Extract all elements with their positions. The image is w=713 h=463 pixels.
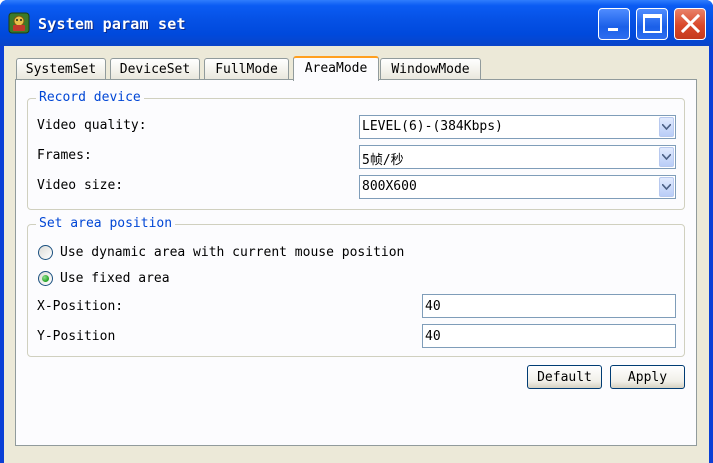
apply-button[interactable]: Apply — [610, 365, 685, 389]
tab-areamode[interactable]: AreaMode — [293, 56, 379, 81]
x-position-field[interactable] — [422, 294, 676, 318]
maximize-button[interactable] — [636, 8, 668, 40]
tab-windowmode[interactable]: WindowMode — [380, 58, 481, 80]
minimize-icon — [608, 28, 618, 31]
dynamic-area-label[interactable]: Use dynamic area with current mouse posi… — [60, 245, 404, 260]
minimize-button[interactable] — [598, 8, 630, 40]
frames-label: Frames: — [37, 148, 92, 163]
video-size-value: 800X600 — [362, 179, 417, 194]
chevron-down-icon[interactable] — [659, 177, 674, 197]
maximize-icon — [643, 14, 662, 33]
fixed-area-label[interactable]: Use fixed area — [60, 271, 170, 286]
tab-systemset[interactable]: SystemSet — [16, 58, 106, 80]
title-bar[interactable]: System param set — [0, 0, 713, 46]
area-position-group: Set area position Use dynamic area with … — [27, 216, 685, 357]
y-position-input[interactable] — [423, 325, 675, 347]
chevron-down-icon[interactable] — [659, 117, 674, 137]
x-position-input[interactable] — [423, 295, 675, 317]
record-device-group-title: Record device — [36, 90, 144, 105]
dynamic-area-radio[interactable] — [38, 245, 53, 260]
tab-panel-areamode: Record device Video quality: LEVEL(6)-(3… — [15, 79, 697, 446]
frames-value: 5帧/秒 — [362, 153, 404, 168]
chevron-down-icon[interactable] — [659, 147, 674, 167]
frames-select[interactable]: 5帧/秒 — [359, 145, 676, 169]
record-device-group: Record device Video quality: LEVEL(6)-(3… — [27, 90, 685, 210]
tab-deviceset[interactable]: DeviceSet — [110, 58, 200, 80]
video-size-label: Video size: — [37, 178, 124, 193]
y-position-field[interactable] — [422, 324, 676, 348]
close-icon — [680, 13, 701, 34]
radio-selected-dot — [42, 275, 49, 282]
video-size-select[interactable]: 800X600 — [359, 175, 676, 199]
y-position-label: Y-Position — [37, 329, 116, 344]
fixed-area-radio[interactable] — [38, 271, 53, 286]
area-position-group-title: Set area position — [36, 216, 176, 231]
video-quality-value: LEVEL(6)-(384Kbps) — [362, 119, 503, 134]
x-position-label: X-Position: — [37, 299, 124, 314]
tab-fullmode[interactable]: FullMode — [204, 58, 289, 80]
window-title: System param set — [38, 15, 186, 33]
dialog-client-area: SystemSet DeviceSet FullMode AreaMode Wi… — [4, 46, 709, 463]
default-button[interactable]: Default — [527, 365, 602, 389]
video-quality-label: Video quality: — [37, 118, 147, 133]
dialog-window: System param set SystemSet DeviceSet Ful… — [0, 0, 713, 463]
close-button[interactable] — [674, 8, 706, 40]
video-quality-select[interactable]: LEVEL(6)-(384Kbps) — [359, 115, 676, 139]
app-icon — [8, 12, 30, 34]
